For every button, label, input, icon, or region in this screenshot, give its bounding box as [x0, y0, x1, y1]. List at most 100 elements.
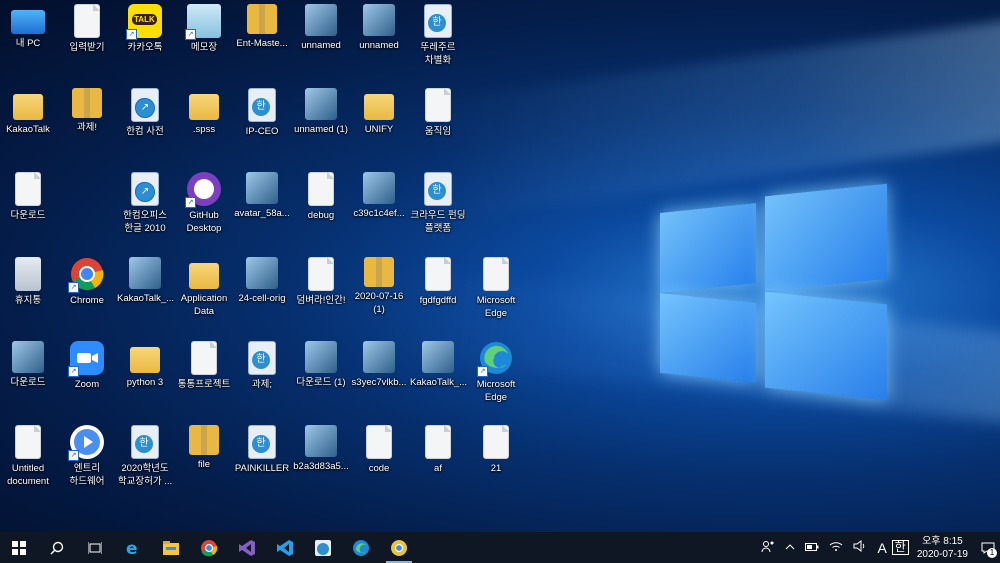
image-icon: [305, 341, 337, 373]
desktop-icon-label: 메모장: [190, 42, 218, 53]
hwp-icon: 한: [248, 88, 276, 122]
desktop-icon[interactable]: Ent-Maste...: [234, 4, 290, 51]
wifi-icon[interactable]: [824, 541, 848, 554]
shortcut-arrow-icon: ↗: [135, 182, 155, 202]
desktop-icon-label: unnamed: [359, 40, 399, 51]
desktop-icon[interactable]: ↗ Microsoft Edge: [468, 341, 524, 404]
desktop-icon-label: file: [197, 459, 211, 470]
desktop-icon[interactable]: unnamed: [351, 4, 407, 53]
file-icon: [425, 88, 451, 122]
desktop-icon[interactable]: unnamed: [293, 4, 349, 53]
desktop-icon[interactable]: avatar_58a...: [234, 172, 290, 221]
desktop-icon[interactable]: KakaoTalk_...: [410, 341, 467, 390]
desktop-icon[interactable]: unnamed (1): [293, 88, 349, 137]
desktop-icon[interactable]: debug: [293, 172, 349, 223]
shortcut-arrow-icon: ↗: [185, 197, 196, 208]
desktop-icon[interactable]: 통통프로젝트: [176, 341, 232, 392]
desktop-icon[interactable]: ↗ Chrome: [59, 257, 115, 308]
desktop-icon[interactable]: fgdfgdffd: [410, 257, 466, 308]
chrome-canary-icon: [391, 539, 407, 556]
desktop-icon[interactable]: 한 과제;: [234, 341, 290, 392]
ime-mode-indicator[interactable]: A: [872, 540, 891, 556]
desktop-icon-label: python 3: [126, 377, 164, 388]
desktop-icon[interactable]: 2020-07-16 (1): [351, 257, 407, 316]
people-icon[interactable]: [756, 539, 780, 556]
image-icon: [363, 341, 395, 373]
desktop-icon[interactable]: 한 뚜레주르 차별화: [410, 4, 466, 67]
desktop-icon-label: PAINKILLER: [234, 463, 290, 474]
desktop-icon[interactable]: ↗ 메모장: [176, 4, 232, 55]
desktop-icon-label: c39c1c4ef...: [353, 208, 405, 219]
search-button[interactable]: [38, 532, 76, 563]
desktop-icon[interactable]: Untitled document: [0, 425, 56, 488]
task-view-button[interactable]: [76, 532, 114, 563]
desktop-icon[interactable]: KakaoTalk: [0, 88, 56, 137]
file-icon: [74, 4, 100, 38]
desktop-icon-label: 카카오톡: [127, 42, 163, 53]
shortcut-arrow-icon: ↗: [135, 98, 155, 118]
desktop-icon[interactable]: 입력받기: [59, 4, 115, 55]
taskbar-hancom[interactable]: [304, 532, 342, 563]
desktop-icon-label: UNIFY: [364, 124, 394, 135]
desktop-icon[interactable]: 한↗ 한컴오피스 한글 2010: [117, 172, 173, 235]
desktop-icon[interactable]: D↗ 한컴 사전: [117, 88, 173, 139]
desktop-icon-label: 한컴오피스 한글 2010: [123, 210, 167, 234]
desktop-icon[interactable]: TALK ↗ 카카오톡: [117, 4, 173, 55]
desktop-icon[interactable]: 한 크라우드 펀딩 플랫폼: [410, 172, 466, 235]
desktop-icon[interactable]: 한 IP-CEO: [234, 88, 290, 139]
desktop-icon[interactable]: 다운로드: [0, 172, 56, 223]
desktop-icon[interactable]: 한 PAINKILLER: [234, 425, 290, 476]
desktop-icon[interactable]: UNIFY: [351, 88, 407, 137]
desktop-icon[interactable]: 움직임: [410, 88, 466, 139]
taskbar-file-explorer[interactable]: [152, 532, 190, 563]
taskbar-chrome-canary[interactable]: [380, 532, 418, 563]
taskbar-edge[interactable]: [342, 532, 380, 563]
windows-start-button[interactable]: [0, 532, 38, 563]
shortcut-arrow-icon: ↗: [126, 29, 137, 40]
desktop-icon[interactable]: Microsoft Edge: [468, 257, 524, 320]
desktop-icon[interactable]: 덤벼라!인간!: [293, 257, 349, 308]
desktop-icon-label: 입력받기: [69, 42, 105, 53]
image-icon: [12, 341, 44, 373]
desktop-icon[interactable]: s3yec7vlkb...: [351, 341, 407, 390]
desktop-icon[interactable]: KakaoTalk_...: [117, 257, 174, 306]
desktop-icon[interactable]: ↗ 엔트리 하드웨어: [59, 425, 115, 488]
hancom-office-icon: 한↗: [131, 172, 159, 206]
desktop-icon[interactable]: ↗ Zoom: [59, 341, 115, 392]
search-icon: [50, 541, 64, 554]
desktop-icon[interactable]: ↗ GitHub Desktop: [176, 172, 232, 235]
desktop-icon[interactable]: c39c1c4ef...: [351, 172, 407, 221]
desktop-icon[interactable]: af: [410, 425, 466, 476]
desktop-icon[interactable]: 내 PC: [0, 4, 56, 51]
taskbar-chrome[interactable]: [190, 532, 228, 563]
show-hidden-icons-chevron-up-icon[interactable]: [780, 542, 800, 554]
desktop-icon[interactable]: Application Data: [176, 257, 232, 318]
desktop-icon[interactable]: python 3: [117, 341, 173, 390]
ime-language-indicator[interactable]: 한: [891, 540, 909, 555]
taskbar-vscode[interactable]: [266, 532, 304, 563]
desktop-icon[interactable]: file: [176, 425, 232, 472]
kakaotalk-icon: TALK ↗: [126, 4, 162, 40]
desktop-icon[interactable]: 다운로드: [0, 341, 56, 390]
clock[interactable]: 오후 8:15 2020-07-19: [909, 535, 976, 561]
desktop-icon[interactable]: 휴지통: [0, 257, 56, 308]
desktop-icon[interactable]: 한 2020학년도 학교장허가 ...: [117, 425, 173, 488]
action-center-button[interactable]: 1: [976, 532, 1000, 563]
desktop-icon[interactable]: 24-cell-orig: [234, 257, 290, 306]
desktop-icon[interactable]: 다운로드 (1): [293, 341, 349, 390]
desktop-icon-label: IP-CEO: [245, 126, 279, 137]
taskbar-visual-studio[interactable]: [228, 532, 266, 563]
desktop-icon[interactable]: 과제!: [59, 88, 115, 135]
chrome-icon: ↗: [68, 257, 104, 293]
battery-icon[interactable]: [800, 542, 824, 554]
entry-icon: ↗: [68, 425, 104, 461]
desktop-icon[interactable]: code: [351, 425, 407, 476]
desktop-icon-label: .spss: [192, 124, 216, 135]
desktop-icon[interactable]: b2a3d83a5...: [293, 425, 349, 474]
taskbar-internet-explorer[interactable]: e: [114, 532, 152, 563]
desktop-icon[interactable]: 21: [468, 425, 524, 476]
desktop-icon-label: 한컴 사전: [126, 126, 164, 137]
desktop-icon-label: s3yec7vlkb...: [351, 377, 407, 388]
volume-icon[interactable]: [848, 540, 872, 555]
desktop-icon[interactable]: .spss: [176, 88, 232, 137]
